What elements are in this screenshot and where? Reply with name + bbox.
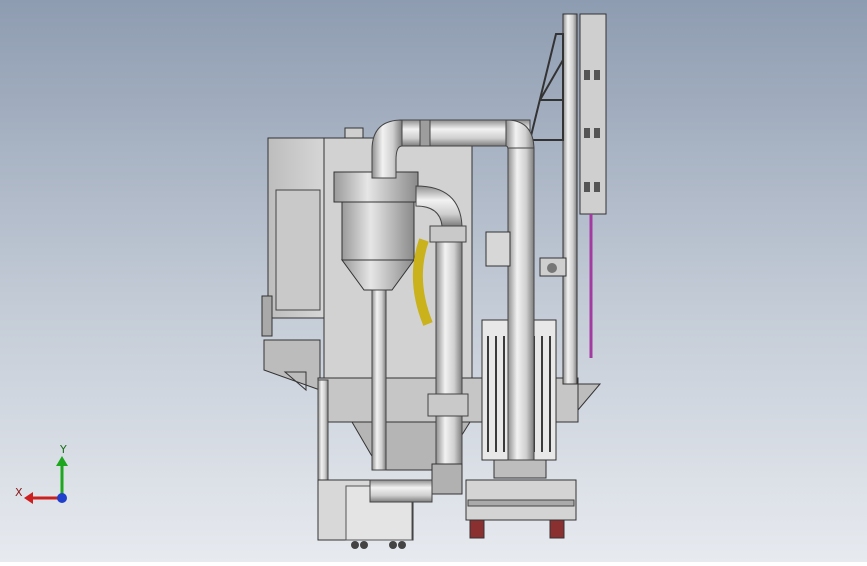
right-base-frame bbox=[465, 479, 577, 539]
machine-model bbox=[261, 13, 607, 549]
cad-viewport[interactable]: Y X bbox=[0, 0, 867, 562]
